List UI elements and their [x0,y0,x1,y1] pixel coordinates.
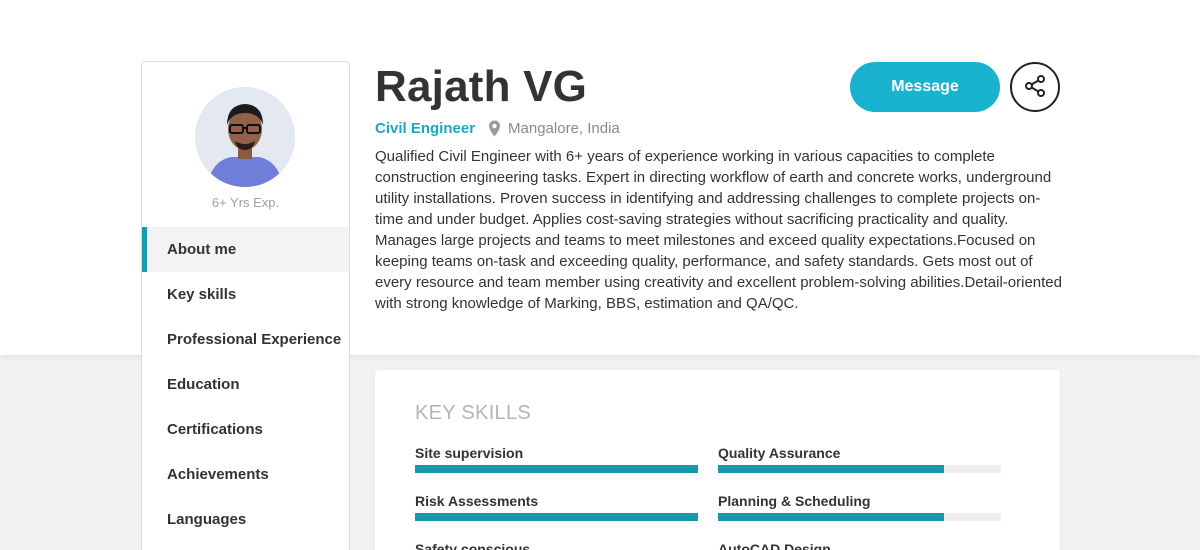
skill-bar-fill [415,465,698,473]
skill-bar-fill [718,513,945,521]
skill-item: Safety conscious [415,540,698,550]
profile-location: Mangalore, India [508,120,620,137]
sidebar-item-about-me[interactable]: About me [142,227,349,272]
skill-item: Site supervision [415,444,698,473]
skill-bar [718,465,1001,473]
skill-bar [415,465,698,473]
key-skills-title: KEY SKILLS [415,402,532,424]
profile-bio: Qualified Civil Engineer with 6+ years o… [375,148,1062,312]
sidebar-item-education[interactable]: Education [142,362,349,407]
skill-label: Risk Assessments [415,493,539,509]
profile-role: Civil Engineer [375,120,476,137]
profile-meta: Civil Engineer Mangalore, India [375,120,620,137]
share-icon [1023,74,1047,101]
skill-bar-fill [415,513,698,521]
message-button[interactable]: Message [850,62,1000,112]
sidebar-nav: About me Key skills Professional Experie… [142,227,349,542]
skill-label: Safety conscious [415,541,531,550]
skill-bar [415,513,698,521]
skill-item: Risk Assessments [415,492,698,521]
experience-years: 6+ Yrs Exp. [211,195,280,210]
sidebar-item-achievements[interactable]: Achievements [142,452,349,497]
share-button[interactable] [1010,62,1060,112]
skill-bar-fill [718,465,945,473]
sidebar-item-professional-experience[interactable]: Professional Experience [142,317,349,362]
sidebar-item-certifications[interactable]: Certifications [142,407,349,452]
avatar-photo [195,87,295,187]
profile-sidebar: 6+ Yrs Exp. About me Key skills Professi… [141,61,350,550]
sidebar-item-key-skills[interactable]: Key skills [142,272,349,317]
profile-name: Rajath VG [375,62,588,111]
location-pin-icon [488,120,501,137]
key-skills-card: KEY SKILLS Site supervision Quality Assu… [375,370,1060,550]
skill-item: AutoCAD Design [718,540,1001,550]
skill-label: Planning & Scheduling [718,493,871,509]
avatar [195,87,295,187]
skill-item: Quality Assurance [718,444,1001,473]
skill-item: Planning & Scheduling [718,492,1001,521]
skill-label: Site supervision [415,445,524,461]
skill-bar [718,513,1001,521]
skill-label: AutoCAD Design [718,541,831,550]
sidebar-item-languages[interactable]: Languages [142,497,349,542]
skill-label: Quality Assurance [718,445,841,461]
